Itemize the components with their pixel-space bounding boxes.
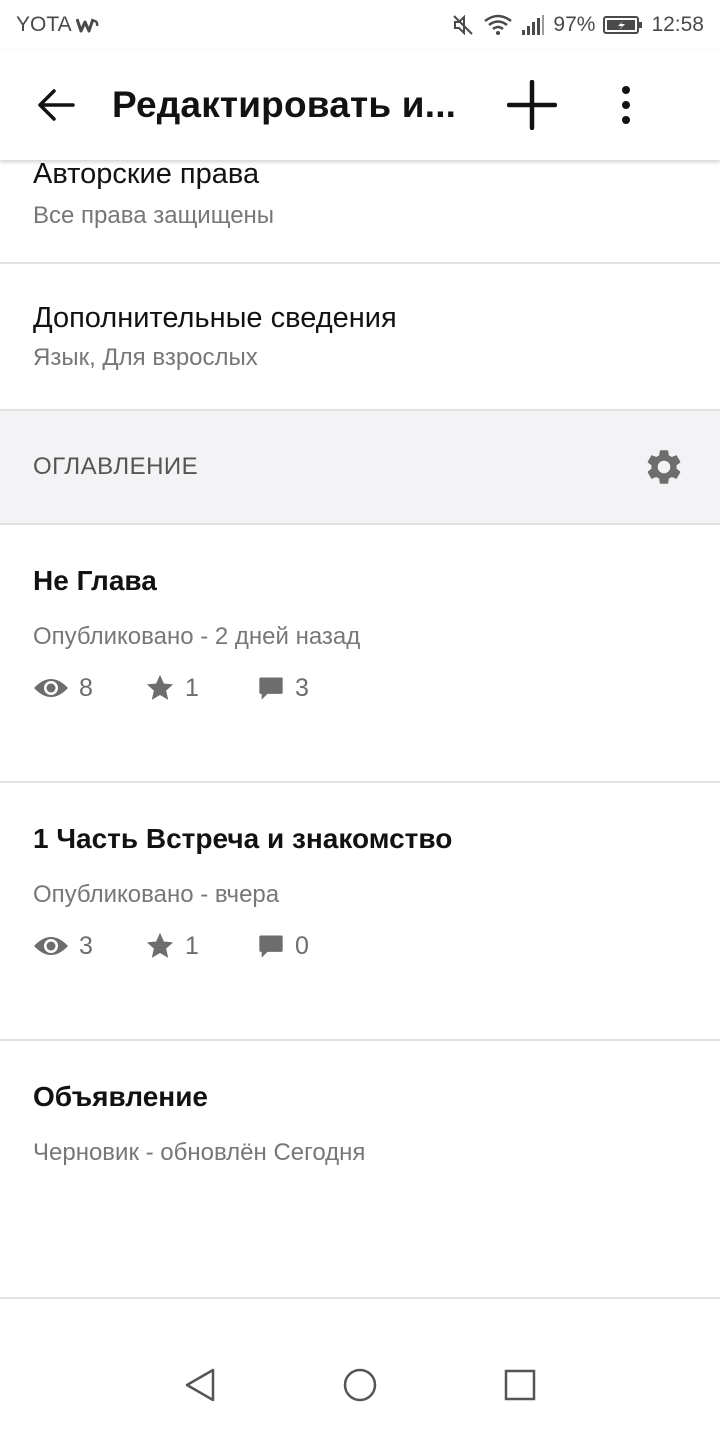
toc-label: ОГЛАВЛЕНИЕ <box>33 453 199 480</box>
part-status: Опубликовано - вчера <box>33 881 280 908</box>
part-status: Черновик - обновлён Сегодня <box>33 1139 366 1166</box>
votes-stat: 1 <box>145 673 257 703</box>
signal-icon <box>522 15 545 35</box>
status-left: YOTA <box>16 13 100 37</box>
extra-info-setting[interactable]: Дополнительные сведения Язык, Для взросл… <box>0 264 720 411</box>
comments-stat: 3 <box>257 674 309 703</box>
circle-home-icon <box>343 1368 377 1402</box>
triangle-back-icon <box>185 1368 215 1402</box>
eye-icon <box>34 937 68 955</box>
eye-icon <box>34 679 68 697</box>
extra-info-value: Язык, Для взрослых <box>33 344 258 371</box>
more-vertical-icon <box>622 86 630 124</box>
toc-header: ОГЛАВЛЕНИЕ <box>0 411 720 525</box>
status-bar: YOTA 97% 12:58 <box>0 0 720 50</box>
comment-icon <box>259 677 283 700</box>
toc-settings-button[interactable] <box>642 445 686 489</box>
part-item[interactable]: Не Глава Опубликовано - 2 дней назад 8 1 <box>0 525 720 783</box>
votes-stat: 1 <box>145 931 257 961</box>
nav-recents-button[interactable] <box>440 1330 600 1440</box>
app-bar: Редактировать и... <box>0 50 720 160</box>
carrier-logo-icon <box>75 18 99 33</box>
comments-count: 3 <box>295 673 309 702</box>
part-title: Объявление <box>33 1081 208 1112</box>
nav-back-button[interactable] <box>120 1330 280 1440</box>
part-item[interactable]: Объявление Черновик - обновлён Сегодня <box>0 1041 720 1299</box>
page-title: Редактировать и... <box>112 84 457 125</box>
plus-icon <box>507 80 557 130</box>
views-count: 3 <box>79 931 93 960</box>
part-status: Опубликовано - 2 дней назад <box>33 623 361 650</box>
part-stats: 3 1 0 <box>33 931 309 961</box>
views-count: 8 <box>79 673 93 702</box>
votes-count: 1 <box>185 931 199 960</box>
carrier-name: YOTA <box>16 13 72 36</box>
clock: 12:58 <box>651 13 704 36</box>
system-nav-bar <box>0 1330 720 1440</box>
votes-count: 1 <box>185 673 199 702</box>
copyright-title: Авторские права <box>33 160 260 190</box>
star-icon <box>146 932 174 958</box>
part-title: Не Глава <box>33 565 157 596</box>
battery-charging-icon <box>603 16 643 34</box>
mute-icon <box>453 14 474 36</box>
extra-info-title: Дополнительные сведения <box>33 302 397 334</box>
arrow-left-icon <box>38 89 75 121</box>
status-right: 97% 12:58 <box>451 13 704 37</box>
part-item[interactable]: 1 Часть Встреча и знакомство Опубликован… <box>0 783 720 1041</box>
battery-percent: 97% <box>553 13 596 36</box>
gear-icon <box>647 450 681 484</box>
comments-count: 0 <box>295 931 309 960</box>
part-stats: 8 1 3 <box>33 673 309 703</box>
nav-home-button[interactable] <box>280 1330 440 1440</box>
part-title: 1 Часть Встреча и знакомство <box>33 823 453 854</box>
copyright-setting[interactable]: Авторские права Все права защищены <box>0 160 720 264</box>
content-scroll-area[interactable]: Авторские права Все права защищены Допол… <box>0 160 720 1330</box>
views-stat: 3 <box>33 932 145 961</box>
views-stat: 8 <box>33 674 145 703</box>
copyright-value: Все права защищены <box>33 202 275 229</box>
add-part-button[interactable] <box>486 50 578 160</box>
back-button[interactable] <box>0 50 112 160</box>
more-options-button[interactable] <box>578 50 674 160</box>
star-icon <box>146 674 174 700</box>
square-recents-icon <box>504 1369 536 1401</box>
comment-icon <box>259 935 283 958</box>
comments-stat: 0 <box>257 932 309 961</box>
wifi-icon <box>484 14 513 35</box>
